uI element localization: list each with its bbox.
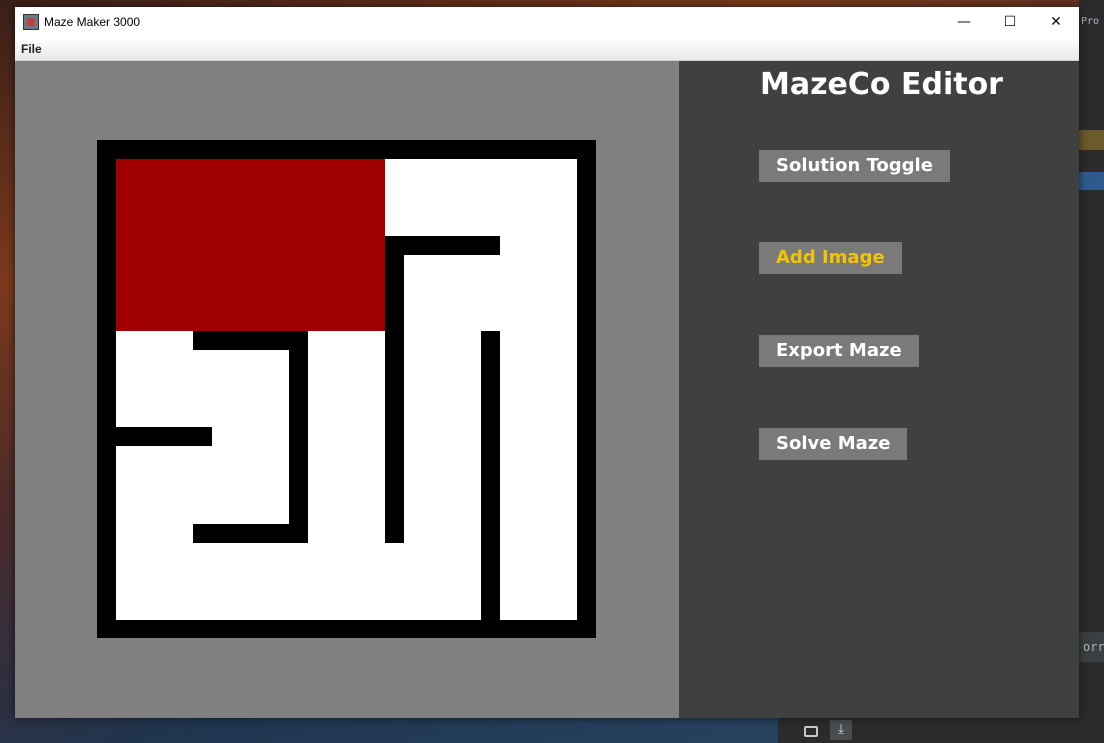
- app-window: Maze Maker 3000 — ☐ ✕ File MazeCo Editor: [15, 7, 1079, 718]
- ide-console-text: orre: [1083, 640, 1104, 654]
- solution-toggle-button[interactable]: Solution Toggle: [759, 150, 950, 182]
- export-maze-button[interactable]: Export Maze: [759, 335, 919, 367]
- ide-top-text: Pro: [1081, 16, 1100, 27]
- download-icon[interactable]: ⤓: [830, 720, 852, 740]
- editor-title: MazeCo Editor: [760, 67, 1003, 102]
- desktop-ide-toolbar: ⤓: [778, 718, 1104, 743]
- maze-interior: [116, 159, 577, 620]
- maximize-button[interactable]: ☐: [987, 7, 1033, 38]
- close-button[interactable]: ✕: [1033, 7, 1079, 38]
- menu-file[interactable]: File: [21, 42, 42, 56]
- maze-wall: [193, 524, 308, 543]
- maze-wall: [385, 236, 404, 543]
- maze-app-icon: [23, 14, 39, 30]
- maze-wall: [289, 331, 308, 543]
- maze-canvas-area: [15, 61, 679, 718]
- ide-highlight-band: [1079, 130, 1104, 150]
- add-image-button[interactable]: Add Image: [759, 242, 902, 274]
- maze-grid[interactable]: [97, 140, 596, 638]
- camera-icon[interactable]: [804, 726, 818, 737]
- solve-maze-button[interactable]: Solve Maze: [759, 428, 908, 460]
- minimize-button[interactable]: —: [941, 7, 987, 38]
- maze-wall: [116, 427, 212, 446]
- desktop-ide-strip: Pro orre: [1079, 0, 1104, 743]
- title-bar[interactable]: Maze Maker 3000 — ☐ ✕: [15, 7, 1079, 38]
- editor-panel: MazeCo Editor Solution Toggle Add Image …: [679, 61, 1079, 718]
- menu-bar: File: [15, 38, 1079, 61]
- image-cell[interactable]: [116, 159, 385, 331]
- maze-wall: [481, 331, 500, 620]
- window-title: Maze Maker 3000: [44, 15, 141, 29]
- ide-selection-band: [1079, 172, 1104, 190]
